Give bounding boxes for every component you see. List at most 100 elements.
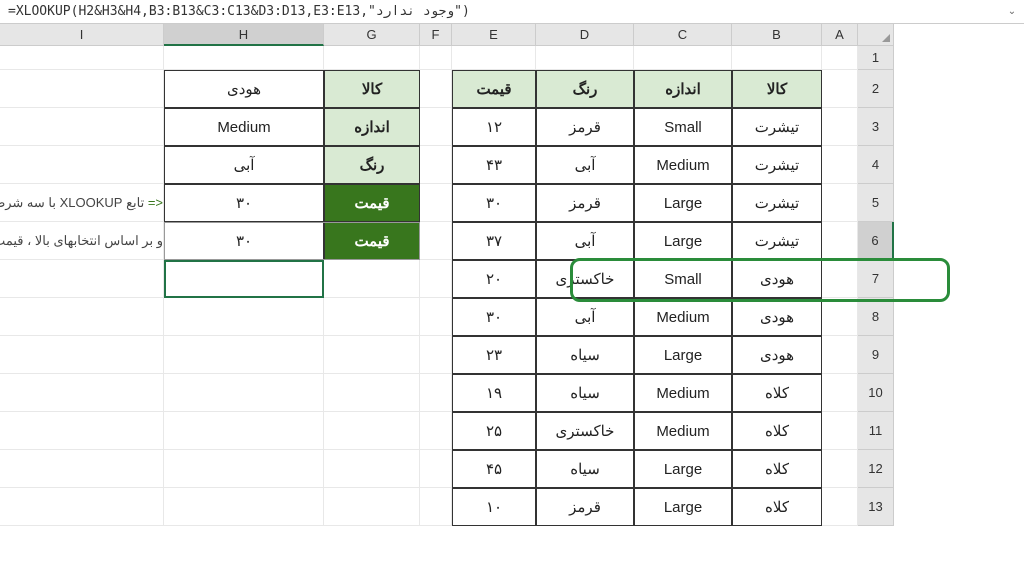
side-andaze-value[interactable]: Medium bbox=[164, 108, 324, 146]
data-cell[interactable]: تیشرت bbox=[732, 222, 822, 260]
cell[interactable] bbox=[324, 450, 420, 488]
row-header[interactable]: 9 bbox=[858, 336, 894, 374]
cell[interactable] bbox=[822, 46, 858, 70]
main-kala-header[interactable]: کالا bbox=[732, 70, 822, 108]
cell[interactable] bbox=[420, 260, 452, 298]
col-header-I[interactable]: I bbox=[0, 24, 164, 46]
data-cell[interactable]: هودی bbox=[732, 260, 822, 298]
cell[interactable] bbox=[822, 336, 858, 374]
data-cell[interactable]: Large bbox=[634, 336, 732, 374]
row-header[interactable]: 2 bbox=[858, 70, 894, 108]
side-qeymat2-value[interactable]: ۳۰ bbox=[164, 222, 324, 260]
cell[interactable] bbox=[420, 46, 452, 70]
row-header[interactable]: 4 bbox=[858, 146, 894, 184]
data-cell[interactable]: تیشرت bbox=[732, 184, 822, 222]
data-cell[interactable]: ۱۹ bbox=[452, 374, 536, 412]
side-qeymat-value[interactable]: ۳۰ bbox=[164, 184, 324, 222]
cell[interactable] bbox=[822, 146, 858, 184]
data-cell[interactable]: Medium bbox=[634, 412, 732, 450]
cell[interactable] bbox=[822, 374, 858, 412]
data-cell[interactable]: هودی bbox=[732, 298, 822, 336]
formula-text[interactable]: =XLOOKUP(H2&H3&H4,B3:B13&C3:C13&D3:D13,E… bbox=[4, 4, 1004, 19]
cell[interactable] bbox=[0, 260, 164, 298]
data-cell[interactable]: کلاه bbox=[732, 488, 822, 526]
col-header-F[interactable]: F bbox=[420, 24, 452, 46]
cell[interactable] bbox=[324, 374, 420, 412]
cell[interactable] bbox=[0, 336, 164, 374]
comment-cell[interactable]: و بر اساس انتخابهای بالا ، قیمت نمایش دا… bbox=[0, 222, 164, 260]
cell[interactable] bbox=[822, 222, 858, 260]
row-header[interactable]: 13 bbox=[858, 488, 894, 526]
data-cell[interactable]: سیاه bbox=[536, 450, 634, 488]
data-cell[interactable]: هودی bbox=[732, 336, 822, 374]
row-header[interactable]: 8 bbox=[858, 298, 894, 336]
data-cell[interactable]: ۴۵ bbox=[452, 450, 536, 488]
data-cell[interactable]: تیشرت bbox=[732, 146, 822, 184]
data-cell[interactable]: سیاه bbox=[536, 374, 634, 412]
side-qeymat-header[interactable]: قیمت bbox=[324, 184, 420, 222]
data-cell[interactable]: کلاه bbox=[732, 450, 822, 488]
cell[interactable] bbox=[0, 412, 164, 450]
data-cell[interactable]: کلاه bbox=[732, 412, 822, 450]
data-cell[interactable]: ۲۰ bbox=[452, 260, 536, 298]
row-header[interactable]: 7 bbox=[858, 260, 894, 298]
data-cell[interactable]: Medium bbox=[634, 374, 732, 412]
main-rang-header[interactable]: رنگ bbox=[536, 70, 634, 108]
data-cell[interactable]: Large bbox=[634, 184, 732, 222]
data-cell[interactable]: ۲۳ bbox=[452, 336, 536, 374]
cell[interactable] bbox=[164, 46, 324, 70]
cell[interactable] bbox=[164, 488, 324, 526]
cell[interactable] bbox=[420, 450, 452, 488]
cell[interactable] bbox=[822, 108, 858, 146]
cell[interactable] bbox=[420, 374, 452, 412]
row-header[interactable]: 6 bbox=[858, 222, 894, 260]
cell[interactable] bbox=[164, 298, 324, 336]
data-cell[interactable]: خاکستری bbox=[536, 412, 634, 450]
cell[interactable] bbox=[822, 450, 858, 488]
cell[interactable] bbox=[822, 260, 858, 298]
cell[interactable] bbox=[164, 260, 324, 298]
side-rang-header[interactable]: رنگ bbox=[324, 146, 420, 184]
cell[interactable] bbox=[324, 488, 420, 526]
col-header-G[interactable]: G bbox=[324, 24, 420, 46]
data-cell[interactable]: تیشرت bbox=[732, 108, 822, 146]
data-cell[interactable]: ۳۰ bbox=[452, 184, 536, 222]
cell[interactable] bbox=[164, 450, 324, 488]
col-header-H[interactable]: H bbox=[164, 24, 324, 46]
cell[interactable] bbox=[536, 46, 634, 70]
cell[interactable] bbox=[0, 450, 164, 488]
cell[interactable] bbox=[822, 298, 858, 336]
formula-bar[interactable]: =XLOOKUP(H2&H3&H4,B3:B13&C3:C13&D3:D13,E… bbox=[0, 0, 1024, 24]
col-header-E[interactable]: E bbox=[452, 24, 536, 46]
cell[interactable] bbox=[420, 298, 452, 336]
cell[interactable] bbox=[420, 488, 452, 526]
data-cell[interactable]: Small bbox=[634, 108, 732, 146]
cell[interactable] bbox=[420, 184, 452, 222]
cell[interactable] bbox=[324, 298, 420, 336]
side-rang-value[interactable]: آبی bbox=[164, 146, 324, 184]
cell[interactable] bbox=[324, 336, 420, 374]
row-header[interactable]: 11 bbox=[858, 412, 894, 450]
data-cell[interactable]: قرمز bbox=[536, 108, 634, 146]
cell[interactable] bbox=[0, 46, 164, 70]
cell[interactable] bbox=[420, 336, 452, 374]
data-cell[interactable]: سیاه bbox=[536, 336, 634, 374]
cell[interactable] bbox=[822, 412, 858, 450]
col-header-A[interactable]: A bbox=[822, 24, 858, 46]
select-all-corner[interactable] bbox=[858, 24, 894, 46]
data-cell[interactable]: ۳۷ bbox=[452, 222, 536, 260]
cell[interactable] bbox=[420, 146, 452, 184]
main-andaze-header[interactable]: اندازه bbox=[634, 70, 732, 108]
cell[interactable] bbox=[452, 46, 536, 70]
data-cell[interactable]: Medium bbox=[634, 146, 732, 184]
cell[interactable] bbox=[0, 108, 164, 146]
row-header[interactable]: 12 bbox=[858, 450, 894, 488]
main-qeymat-header[interactable]: قیمت bbox=[452, 70, 536, 108]
cell[interactable] bbox=[822, 488, 858, 526]
side-qeymat2-header[interactable]: قیمت bbox=[324, 222, 420, 260]
side-kala-header[interactable]: کالا bbox=[324, 70, 420, 108]
chevron-down-icon[interactable]: ⌄ bbox=[1004, 6, 1020, 17]
data-cell[interactable]: ۱۲ bbox=[452, 108, 536, 146]
cell[interactable] bbox=[164, 412, 324, 450]
cell[interactable] bbox=[0, 146, 164, 184]
